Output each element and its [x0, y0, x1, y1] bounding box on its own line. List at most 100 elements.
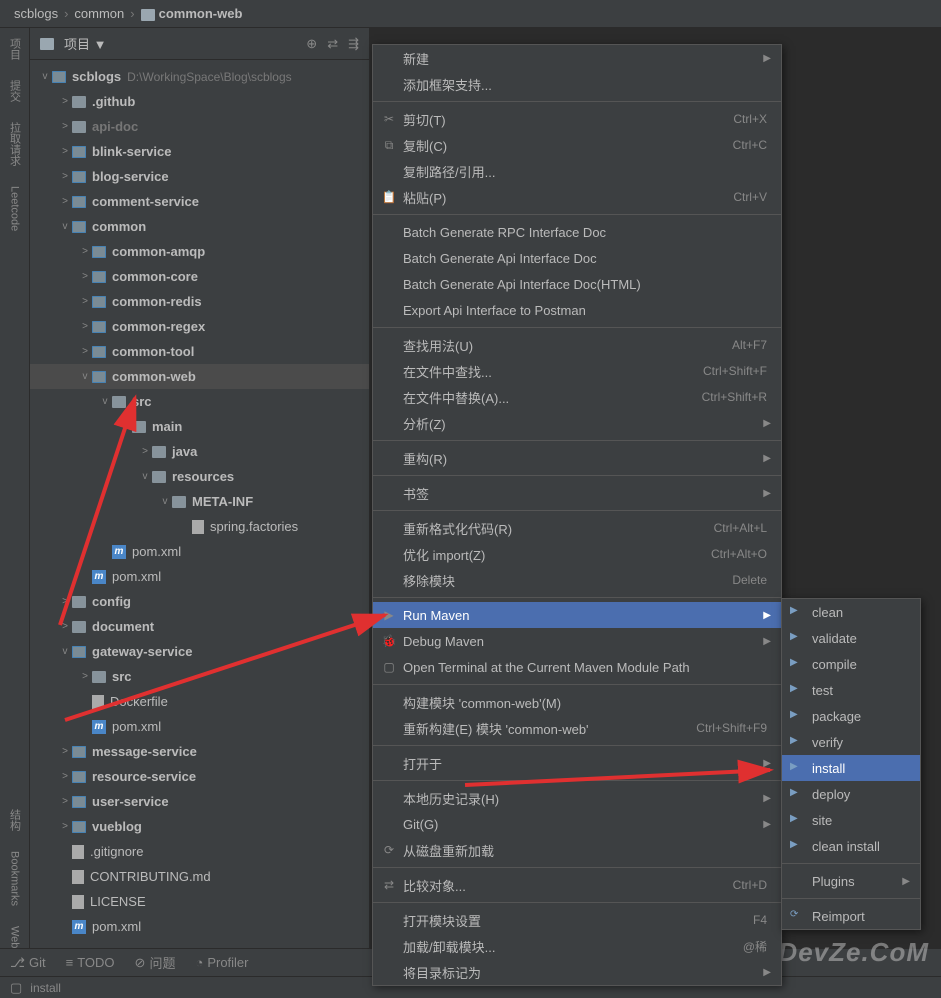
- tree-item[interactable]: >common-core: [30, 264, 369, 289]
- project-dropdown[interactable]: 项目 ▼: [64, 34, 107, 53]
- menu-item[interactable]: Batch Generate Api Interface Doc: [373, 245, 781, 271]
- expand-icon[interactable]: >: [78, 271, 92, 282]
- menu-item[interactable]: 构建模块 'common-web'(M): [373, 689, 781, 715]
- tree-item[interactable]: mpom.xml: [30, 539, 369, 564]
- project-tree[interactable]: vscblogsD:\WorkingSpace\Blog\scblogs>.gi…: [30, 60, 369, 948]
- tree-item[interactable]: >api-doc: [30, 114, 369, 139]
- menu-item[interactable]: 重新格式化代码(R)Ctrl+Alt+L: [373, 515, 781, 541]
- git-tab[interactable]: ⎇ Git: [10, 955, 46, 971]
- tree-item[interactable]: >.github: [30, 89, 369, 114]
- expand-icon[interactable]: >: [78, 346, 92, 357]
- expand-icon[interactable]: >: [58, 171, 72, 182]
- settings-icon[interactable]: ⇶: [348, 36, 359, 52]
- expand-icon[interactable]: v: [158, 496, 172, 507]
- menu-item[interactable]: 新建▶: [373, 45, 781, 71]
- menu-item[interactable]: ⟳从磁盘重新加载: [373, 837, 781, 863]
- menu-item[interactable]: 打开模块设置F4: [373, 907, 781, 933]
- expand-icon[interactable]: v: [58, 221, 72, 232]
- tree-item[interactable]: mpom.xml: [30, 714, 369, 739]
- expand-icon[interactable]: >: [78, 671, 92, 682]
- menu-item[interactable]: 书签▶: [373, 480, 781, 506]
- expand-icon[interactable]: v: [98, 396, 112, 407]
- expand-icon[interactable]: ⇄: [327, 36, 338, 52]
- menu-item[interactable]: ✂剪切(T)Ctrl+X: [373, 106, 781, 132]
- menu-item[interactable]: Git(G)▶: [373, 811, 781, 837]
- tool-tab-web[interactable]: Web: [9, 926, 21, 948]
- submenu-item[interactable]: ▶deploy: [782, 781, 920, 807]
- context-menu[interactable]: 新建▶添加框架支持...✂剪切(T)Ctrl+X⧉复制(C)Ctrl+C复制路径…: [372, 44, 782, 986]
- expand-icon[interactable]: >: [58, 621, 72, 632]
- expand-icon[interactable]: >: [58, 821, 72, 832]
- menu-item[interactable]: 优化 import(Z)Ctrl+Alt+O: [373, 541, 781, 567]
- tool-tab-project[interactable]: 项目: [7, 38, 23, 60]
- menu-item[interactable]: ▢Open Terminal at the Current Maven Modu…: [373, 654, 781, 680]
- menu-item[interactable]: Batch Generate Api Interface Doc(HTML): [373, 271, 781, 297]
- menu-item[interactable]: 本地历史记录(H)▶: [373, 785, 781, 811]
- tree-item[interactable]: >blink-service: [30, 139, 369, 164]
- tree-item[interactable]: >common-redis: [30, 289, 369, 314]
- tree-item[interactable]: spring.factories: [30, 514, 369, 539]
- submenu-item[interactable]: ▶install: [782, 755, 920, 781]
- tree-item[interactable]: Dockerfile: [30, 689, 369, 714]
- menu-item[interactable]: 📋粘贴(P)Ctrl+V: [373, 184, 781, 210]
- tree-item[interactable]: vcommon-web: [30, 364, 369, 389]
- breadcrumb-item[interactable]: common-web: [141, 6, 243, 21]
- expand-icon[interactable]: >: [78, 321, 92, 332]
- tree-item[interactable]: >blog-service: [30, 164, 369, 189]
- expand-icon[interactable]: >: [138, 446, 152, 457]
- expand-icon[interactable]: v: [118, 421, 132, 432]
- tree-item[interactable]: >comment-service: [30, 189, 369, 214]
- tree-item[interactable]: >common-tool: [30, 339, 369, 364]
- tree-item[interactable]: CONTRIBUTING.md: [30, 864, 369, 889]
- expand-icon[interactable]: >: [58, 196, 72, 207]
- tree-item[interactable]: >common-regex: [30, 314, 369, 339]
- breadcrumb-item[interactable]: common: [74, 6, 124, 21]
- tree-item[interactable]: vresources: [30, 464, 369, 489]
- tree-item[interactable]: >resource-service: [30, 764, 369, 789]
- expand-icon[interactable]: v: [78, 371, 92, 382]
- tree-item[interactable]: mpom.xml: [30, 564, 369, 589]
- tree-item[interactable]: >vueblog: [30, 814, 369, 839]
- tree-item[interactable]: vmain: [30, 414, 369, 439]
- menu-item[interactable]: 添加框架支持...: [373, 71, 781, 97]
- expand-icon[interactable]: >: [58, 121, 72, 132]
- profiler-tab[interactable]: ◔ Profiler: [195, 955, 248, 970]
- menu-item[interactable]: 移除模块Delete: [373, 567, 781, 593]
- tree-root[interactable]: vscblogsD:\WorkingSpace\Blog\scblogs: [30, 64, 369, 89]
- menu-item[interactable]: 在文件中查找...Ctrl+Shift+F: [373, 358, 781, 384]
- tool-tab-pullrequests[interactable]: 拉取请求: [7, 122, 23, 166]
- submenu-item[interactable]: ▶compile: [782, 651, 920, 677]
- tree-item[interactable]: >document: [30, 614, 369, 639]
- tool-tab-structure[interactable]: 结构: [7, 809, 23, 831]
- menu-item[interactable]: ⇄比较对象...Ctrl+D: [373, 872, 781, 898]
- tree-item[interactable]: >java: [30, 439, 369, 464]
- todo-tab[interactable]: ≡ TODO: [66, 955, 115, 970]
- expand-icon[interactable]: >: [78, 296, 92, 307]
- tree-item[interactable]: vcommon: [30, 214, 369, 239]
- tool-tab-leetcode[interactable]: Leetcode: [9, 186, 21, 231]
- expand-icon[interactable]: >: [58, 596, 72, 607]
- locate-icon[interactable]: ⊕: [306, 36, 317, 52]
- submenu-item[interactable]: ▶package: [782, 703, 920, 729]
- menu-item[interactable]: Export Api Interface to Postman: [373, 297, 781, 323]
- tree-item[interactable]: vMETA-INF: [30, 489, 369, 514]
- submenu-item[interactable]: Plugins▶: [782, 868, 920, 894]
- issues-tab[interactable]: ⊘ 问题: [135, 953, 176, 972]
- expand-icon[interactable]: v: [58, 646, 72, 657]
- tree-item[interactable]: LICENSE: [30, 889, 369, 914]
- menu-item[interactable]: 重新构建(E) 模块 'common-web'Ctrl+Shift+F9: [373, 715, 781, 741]
- tree-item[interactable]: vsrc: [30, 389, 369, 414]
- tree-item[interactable]: .gitignore: [30, 839, 369, 864]
- menu-item[interactable]: 在文件中替换(A)...Ctrl+Shift+R: [373, 384, 781, 410]
- menu-item[interactable]: 查找用法(U)Alt+F7: [373, 332, 781, 358]
- menu-item[interactable]: 重构(R)▶: [373, 445, 781, 471]
- tool-tab-commit[interactable]: 提交: [7, 80, 23, 102]
- expand-icon[interactable]: >: [58, 746, 72, 757]
- expand-icon[interactable]: >: [58, 146, 72, 157]
- tree-item[interactable]: vgateway-service: [30, 639, 369, 664]
- submenu-item[interactable]: ⟳Reimport: [782, 903, 920, 929]
- expand-icon[interactable]: >: [58, 796, 72, 807]
- submenu-item[interactable]: ▶clean install: [782, 833, 920, 859]
- menu-item[interactable]: 将目录标记为▶: [373, 959, 781, 985]
- expand-icon[interactable]: >: [58, 96, 72, 107]
